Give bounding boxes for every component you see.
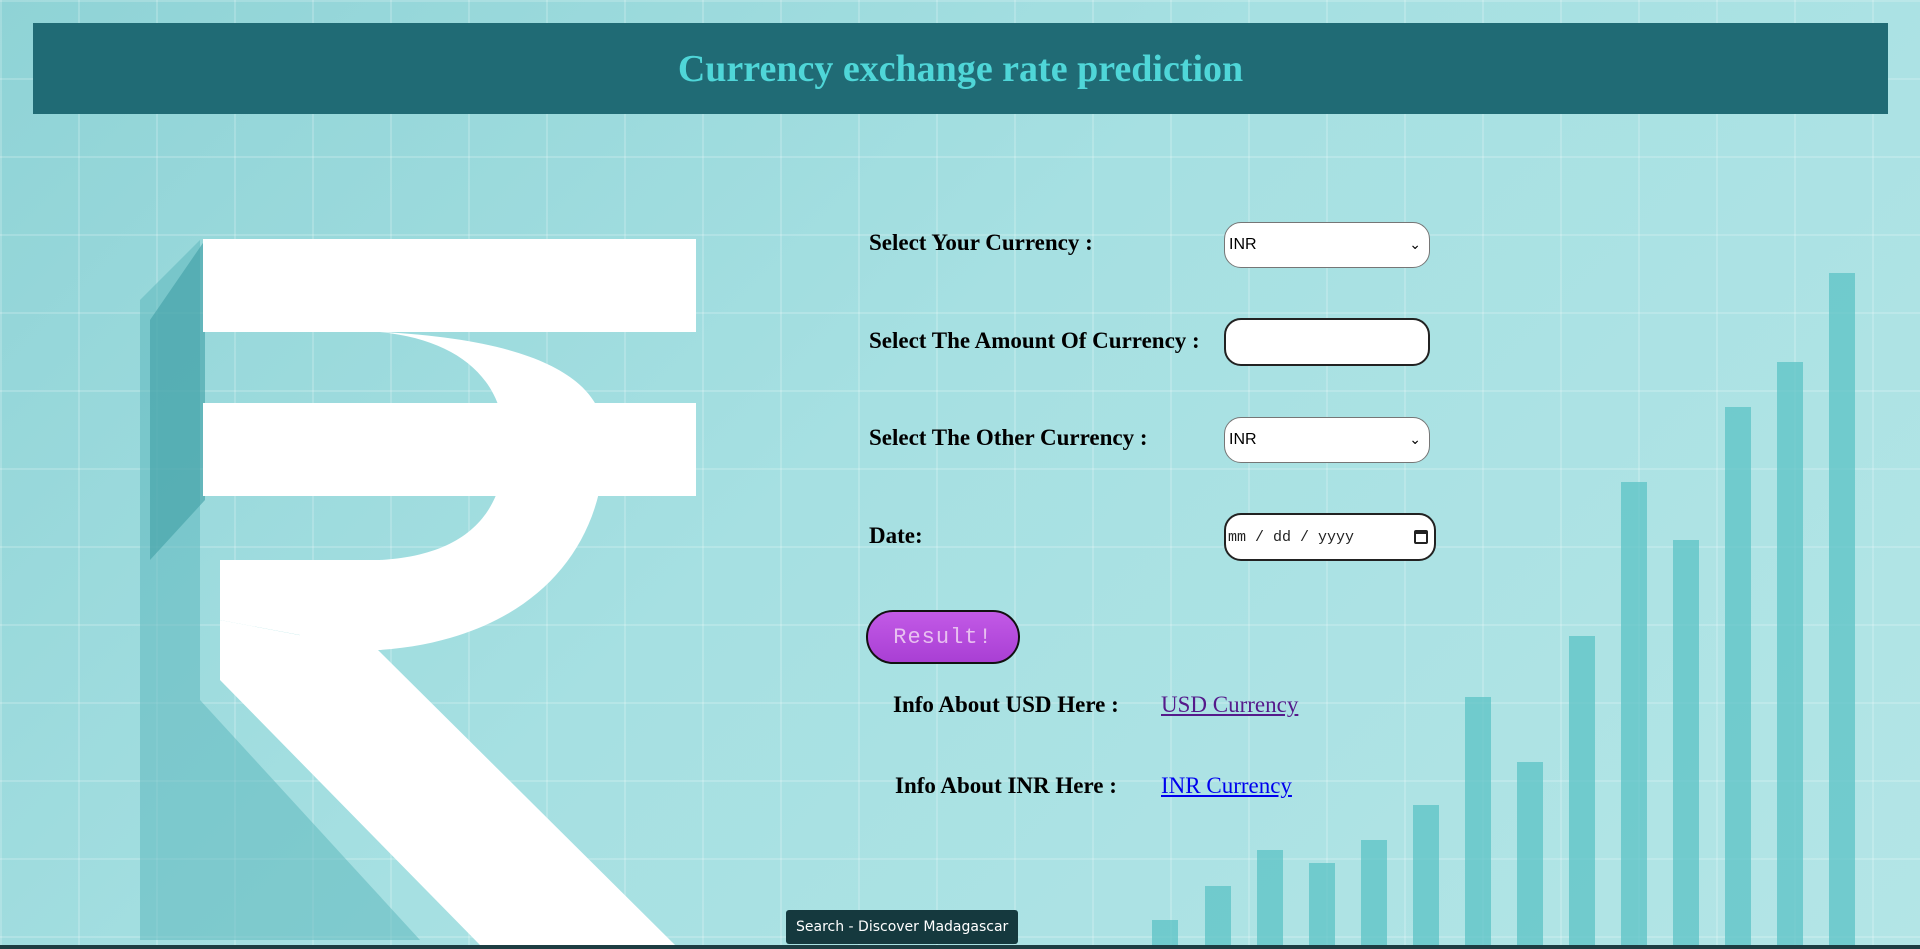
chevron-down-icon: ⌄ [1409, 432, 1421, 448]
amount-label: Select The Amount Of Currency : [869, 328, 1200, 353]
page-title: Currency exchange rate prediction [677, 47, 1244, 90]
usd-info-label: Info About USD Here : [893, 692, 1119, 717]
usd-currency-link[interactable]: USD Currency [1161, 692, 1298, 718]
bar-chart-decoration [1152, 273, 1855, 949]
calendar-icon[interactable] [1414, 530, 1428, 544]
link-tooltip: Search - Discover Madagascar [786, 910, 1019, 944]
bottom-strip [0, 945, 1920, 949]
from-currency-label: Select Your Currency : [869, 230, 1093, 255]
page-header: Currency exchange rate prediction [33, 23, 1888, 114]
inr-currency-link[interactable]: INR Currency [1161, 773, 1292, 799]
from-currency-select[interactable]: INR ⌄ [1224, 222, 1430, 268]
from-currency-value: INR [1229, 236, 1257, 253]
date-input[interactable]: mm / dd / yyyy [1224, 513, 1436, 561]
result-button[interactable]: Result! [866, 610, 1020, 664]
to-currency-label: Select The Other Currency : [869, 425, 1148, 450]
to-currency-value: INR [1229, 431, 1257, 448]
date-placeholder: mm / dd / yyyy [1228, 528, 1355, 546]
to-currency-select[interactable]: INR ⌄ [1224, 417, 1430, 463]
inr-info-label: Info About INR Here : [895, 773, 1117, 798]
background-artwork [140, 239, 1855, 949]
chevron-down-icon: ⌄ [1409, 237, 1421, 253]
date-label: Date: [869, 523, 923, 548]
amount-input[interactable] [1224, 318, 1430, 366]
